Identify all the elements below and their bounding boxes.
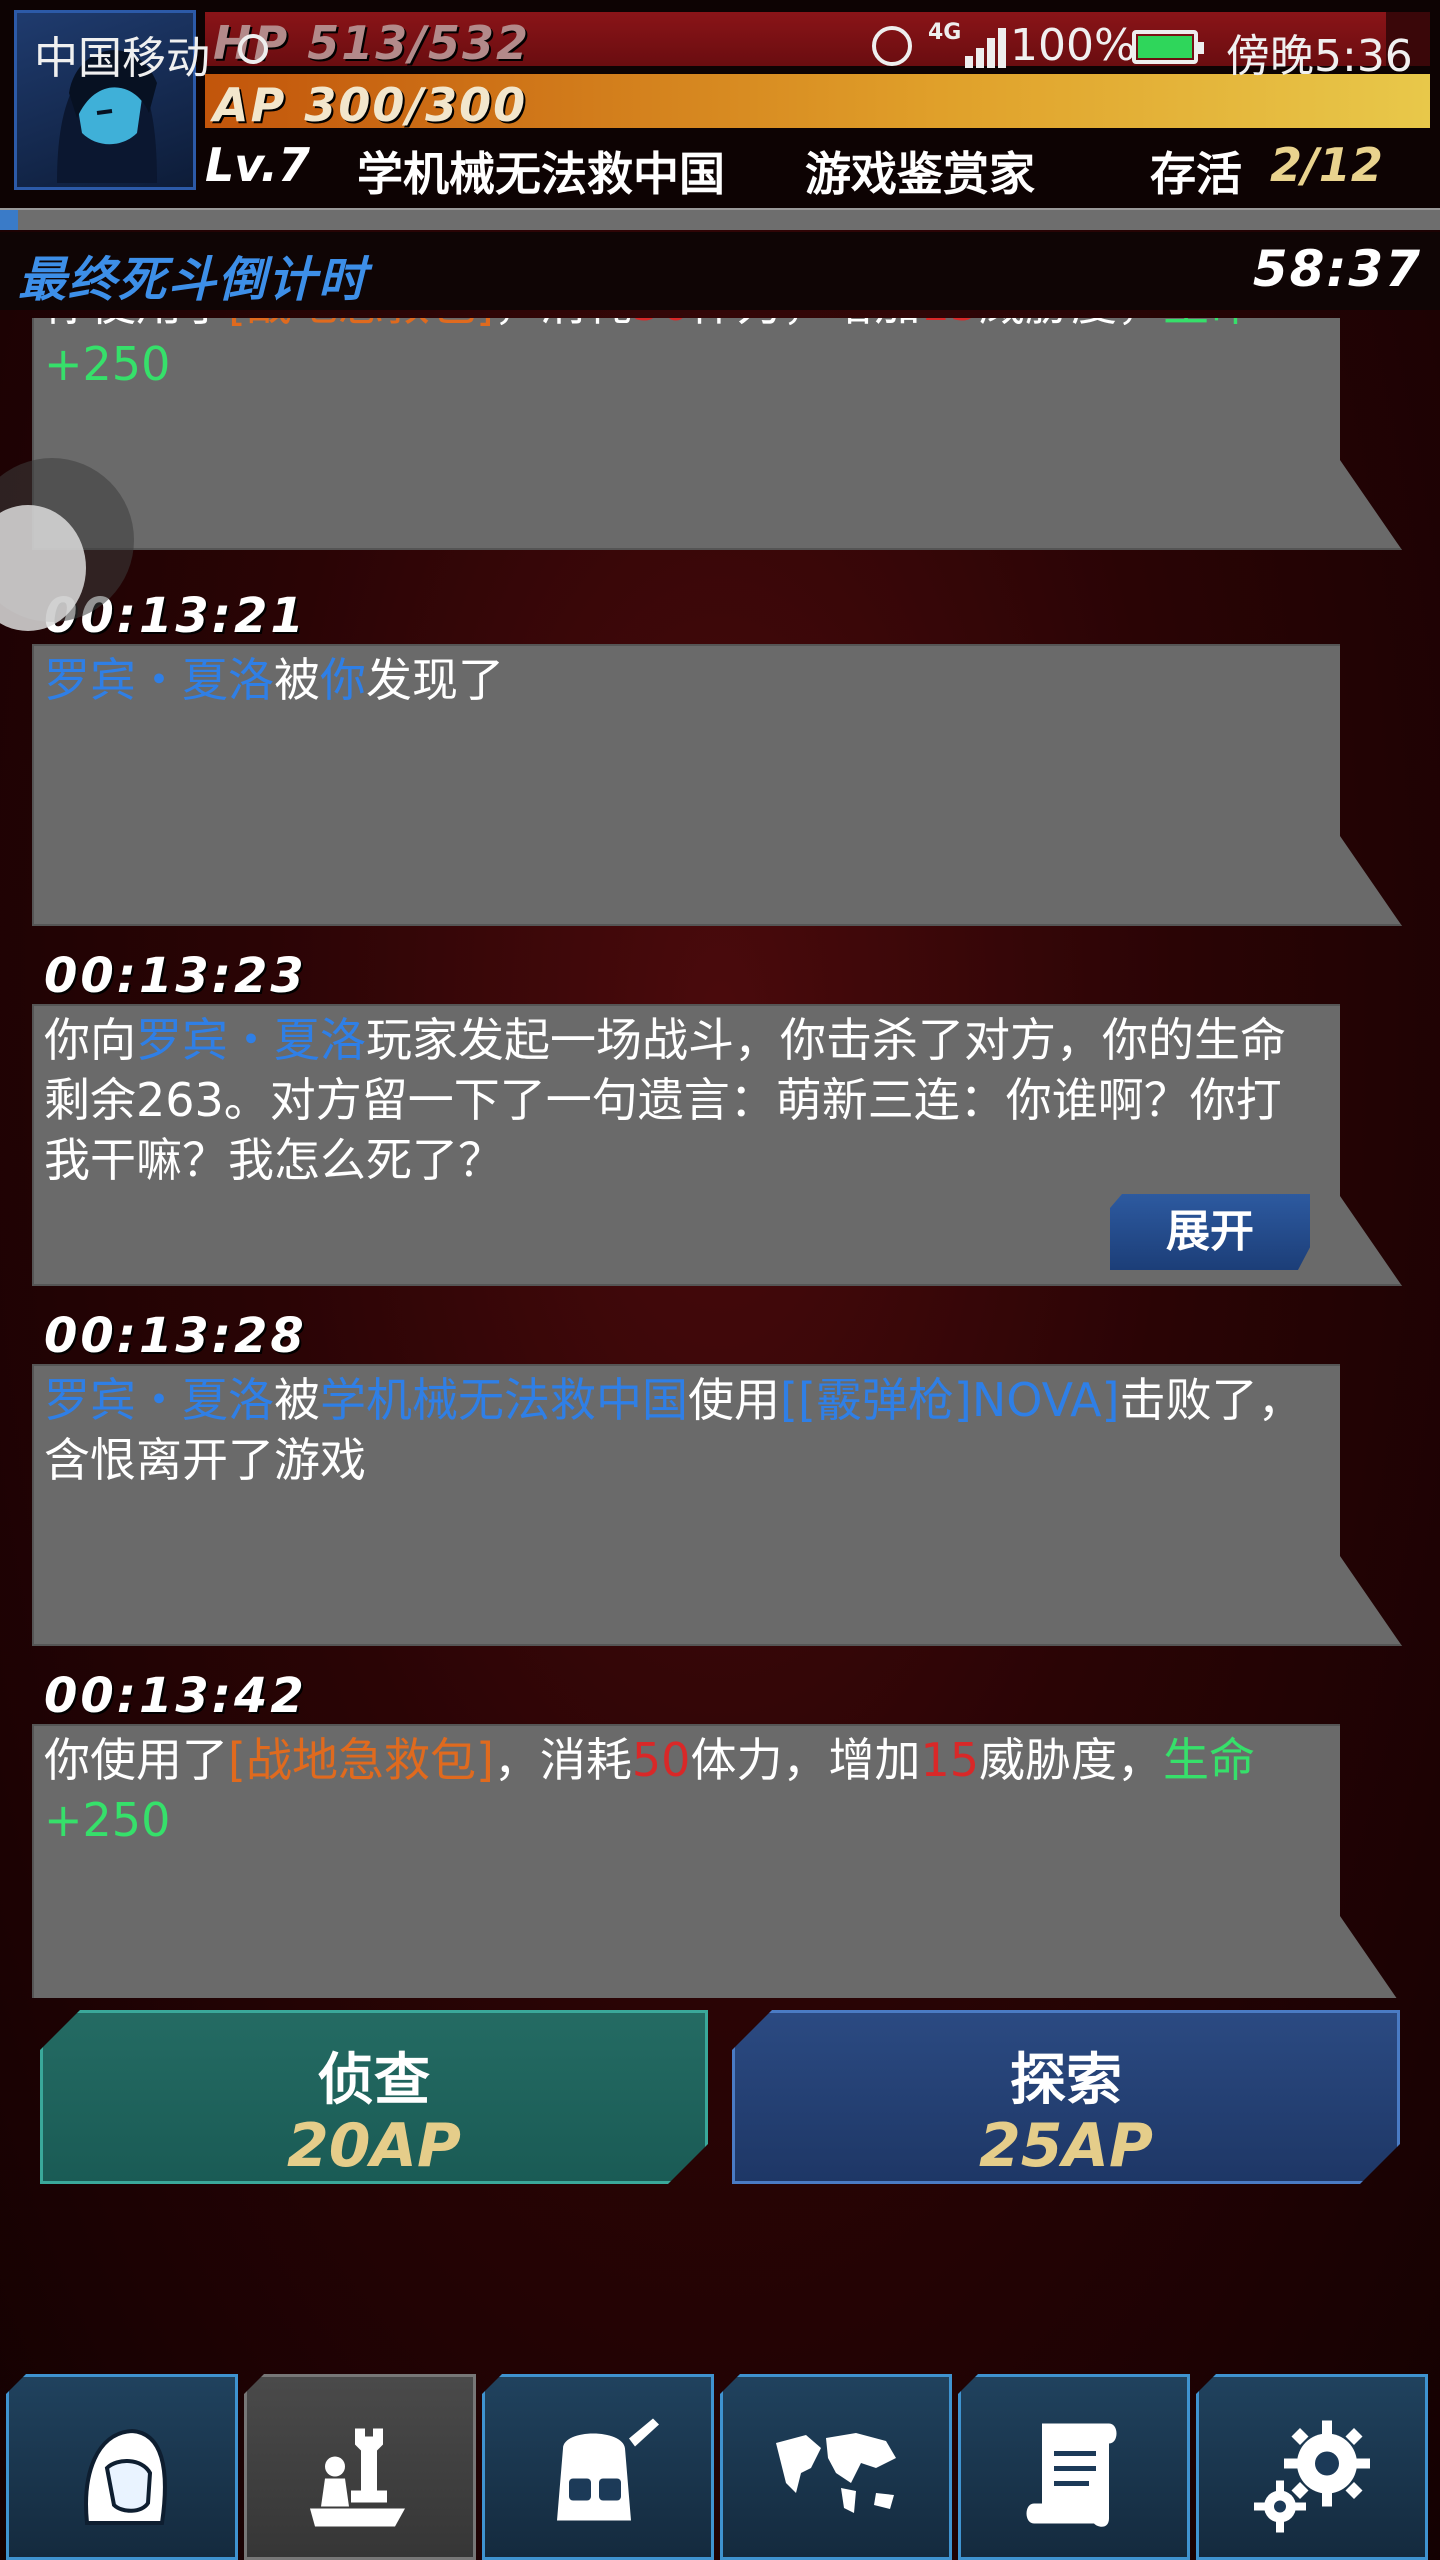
nav-tab-quests[interactable] [958,2374,1190,2560]
alarm-icon [872,26,912,66]
number-value: 15 [920,318,979,331]
log-text: ，消耗 [493,1733,632,1787]
nav-tab-backpack[interactable] [482,2374,714,2560]
player-level: Lv.7 [205,138,311,192]
log-text: 你使用了 [44,1733,228,1787]
log-text: 你向 [44,1013,136,1067]
log-timestamp: 00:13:42 [44,1668,307,1724]
item-link[interactable]: [战地急救包] [228,1733,494,1787]
number-value: 50 [632,318,691,331]
log-message: 罗宾・夏洛被你发现了 [44,650,1324,710]
log-text: 被 [274,653,320,707]
log-card: 你向罗宾・夏洛玩家发起一场战斗，你击杀了对方，你的生命剩余263。对方留一下了一… [32,1004,1402,1286]
player-link[interactable]: 学机械无法救中国 [320,1373,688,1427]
gears-icon [1254,2420,1370,2533]
number-value: 50 [631,1733,691,1787]
log-text: 你使用了 [44,318,228,331]
log-text: 威胁度， [979,318,1163,331]
log-timestamp: 00:13:23 [44,948,307,1004]
weapon-link[interactable]: [[霰弹枪]NOVA] [780,1373,1120,1427]
signal-strength-icon [955,24,1006,68]
log-message: 罗宾・夏洛被学机械无法救中国使用[[霰弹枪]NOVA]击败了，含恨离开了游戏 [44,1370,1324,1490]
bottom-nav [0,2374,1440,2560]
log-message: 你使用了[战地急救包]，消耗50体力，增加15威胁度，生命+250 [44,318,1324,394]
nav-tab-battle[interactable] [244,2374,476,2560]
player-link[interactable]: 罗宾・夏洛 [136,1013,366,1067]
event-log[interactable]: 你使用了[战地急救包]，消耗50体力，增加15威胁度，生命+250 00:13:… [0,318,1440,1998]
explore-cost: 25AP [979,2111,1153,2181]
log-card: 你使用了[战地急救包]，消耗50体力，增加15威胁度，生命+250 [32,318,1402,550]
scroll-icon [1026,2423,1117,2527]
player-title: 游戏鉴赏家 [805,147,1035,201]
scout-button[interactable]: 侦查 20AP [40,2010,708,2184]
player-link[interactable]: 罗宾・夏洛 [44,653,274,707]
log-text: 体力，增加 [690,318,920,331]
item-link[interactable]: [战地急救包] [228,318,494,331]
countdown-timer: 58:37 [1252,240,1422,298]
player-link[interactable]: 你 [320,653,366,707]
header-divider [0,208,1440,230]
explore-button[interactable]: 探索 25AP [732,2010,1400,2184]
battery-charging-icon [1132,30,1204,64]
log-message: 你使用了[战地急救包]，消耗50体力，增加15威胁度，生命+250 [44,1730,1324,1850]
nav-tab-character[interactable] [6,2374,238,2560]
battery-percent: 100% [1010,20,1136,71]
scout-label: 侦查 [318,2048,430,2113]
countdown-label: 最终死斗倒计时 [18,252,369,308]
log-text: ，消耗 [494,318,632,331]
log-text: 被 [274,1373,320,1427]
countdown-row: 最终死斗倒计时 58:37 [0,232,1440,310]
log-card: 罗宾・夏洛被学机械无法救中国使用[[霰弹枪]NOVA]击败了，含恨离开了游戏 [32,1364,1402,1646]
player-link[interactable]: 罗宾・夏洛 [44,1373,274,1427]
system-status-bar: 中国移动 4G 100% 傍晚5:36 [0,0,1440,100]
carrier-name: 中国移动 [34,33,210,84]
alive-label: 存活 [1150,147,1242,201]
log-text: 威胁度， [979,1733,1163,1787]
explore-label: 探索 [1010,2048,1122,2113]
player-name: 学机械无法救中国 [357,147,725,201]
log-timestamp: 00:13:28 [44,1308,307,1364]
log-card: 你使用了[战地急救包]，消耗50体力，增加15威胁度，生命+250 [32,1724,1402,1998]
character-icon [84,2428,167,2525]
status-clock: 傍晚5:36 [1226,31,1413,82]
log-text: 体力，增加 [690,1733,921,1787]
expand-button[interactable]: 展开 [1110,1194,1310,1270]
chess-pieces-icon [310,2428,405,2527]
nav-tab-world-map[interactable] [720,2374,952,2560]
world-map-icon [776,2433,896,2513]
log-message: 你向罗宾・夏洛玩家发起一场战斗，你击杀了对方，你的生命剩余263。对方留一下了一… [44,1010,1324,1190]
nav-tab-settings[interactable] [1196,2374,1428,2560]
scout-cost: 20AP [287,2111,461,2181]
carrier-service-icon [238,34,268,64]
log-text: 使用 [688,1373,780,1427]
log-text: 发现了 [366,653,504,707]
number-value: 15 [920,1733,979,1787]
alive-count: 2/12 [1270,138,1383,192]
player-info-row: Lv.7 学机械无法救中国 游戏鉴赏家 存活 2/12 [205,138,1430,201]
log-card: 罗宾・夏洛被你发现了 [32,644,1402,926]
backpack-icon [557,2418,659,2521]
